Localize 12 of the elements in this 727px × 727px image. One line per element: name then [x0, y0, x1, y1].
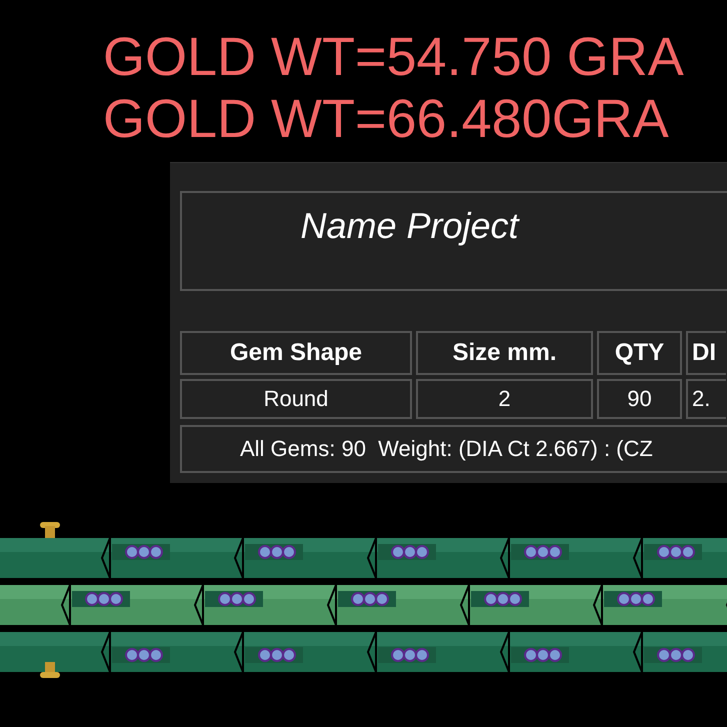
column-header: QTY — [597, 331, 682, 375]
column-header: Gem Shape — [180, 331, 412, 375]
table-cell: 90 — [597, 379, 682, 419]
column-header: Size mm. — [416, 331, 593, 375]
weight-heading: GOLD WT=54.750 GRA — [103, 26, 684, 88]
summary-text: All Gems: 90 Weight: (DIA Ct 2.667) : (CZ — [180, 425, 727, 473]
weight-heading: GOLD WT=66.480GRA — [103, 88, 669, 150]
table-cell: 2 — [416, 379, 593, 419]
table-cell: Round — [180, 379, 412, 419]
table-cell: 2. — [686, 379, 726, 419]
column-header: DI — [686, 331, 726, 375]
project-title: Name Project — [300, 205, 521, 247]
